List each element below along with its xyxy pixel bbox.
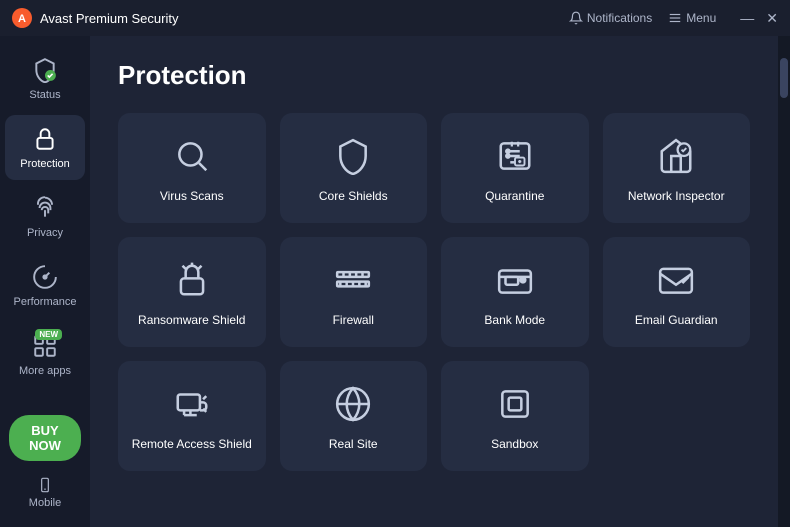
card-firewall-label: Firewall — [333, 313, 374, 329]
card-quarantine-label: Quarantine — [485, 189, 544, 205]
card-core-shields-label: Core Shields — [319, 189, 388, 205]
email-icon — [655, 259, 697, 301]
card-virus-scans-label: Virus Scans — [160, 189, 224, 205]
notifications-label: Notifications — [587, 11, 652, 25]
sidebar-item-mobile[interactable]: Mobile — [5, 469, 85, 517]
titlebar-actions: Notifications Menu — ✕ — [569, 11, 778, 25]
firewall-icon — [332, 259, 374, 301]
svg-text:A: A — [18, 13, 26, 25]
fingerprint-icon — [31, 194, 59, 222]
card-virus-scans[interactable]: Virus Scans — [118, 113, 266, 223]
buy-now-button[interactable]: BUY NOW — [9, 415, 81, 461]
notifications-button[interactable]: Notifications — [569, 11, 652, 25]
sidebar: Status Protection — [0, 36, 90, 527]
card-network-inspector-label: Network Inspector — [628, 189, 725, 205]
scrollbar-track[interactable] — [778, 36, 790, 527]
sidebar-mobile-label: Mobile — [29, 497, 61, 509]
card-quarantine[interactable]: Quarantine — [441, 113, 589, 223]
sidebar-item-privacy[interactable]: Privacy — [5, 184, 85, 249]
speedometer-icon — [31, 263, 59, 291]
card-sandbox-label: Sandbox — [491, 437, 538, 453]
window-controls: — ✕ — [740, 11, 778, 25]
page-title: Protection — [118, 60, 750, 91]
remote-icon — [171, 383, 213, 425]
app-logo: A — [12, 8, 32, 28]
bank-icon — [494, 259, 536, 301]
menu-button[interactable]: Menu — [668, 11, 716, 25]
globe-icon — [332, 383, 374, 425]
card-real-site-label: Real Site — [329, 437, 378, 453]
shield-check-icon — [31, 56, 59, 84]
protection-grid: Virus Scans Core Shields — [118, 113, 750, 471]
titlebar: A Avast Premium Security Notifications M… — [0, 0, 790, 36]
mobile-icon — [37, 477, 53, 493]
close-button[interactable]: ✕ — [766, 11, 778, 25]
card-real-site[interactable]: Real Site — [280, 361, 428, 471]
menu-label: Menu — [686, 11, 716, 25]
grid-icon: NEW — [31, 332, 59, 360]
main-content: Protection Virus Scans — [90, 36, 778, 527]
ransomware-icon — [171, 259, 213, 301]
magnify-icon — [171, 135, 213, 177]
new-badge: NEW — [35, 329, 62, 340]
sidebar-item-more-apps[interactable]: NEW More apps — [5, 322, 85, 387]
app-body: Status Protection — [0, 36, 790, 527]
card-email-guardian[interactable]: Email Guardian — [603, 237, 751, 347]
sidebar-item-protection-label: Protection — [20, 158, 70, 170]
card-email-guardian-label: Email Guardian — [635, 313, 718, 329]
sidebar-item-privacy-label: Privacy — [27, 227, 63, 239]
sidebar-item-status-label: Status — [29, 89, 60, 101]
scrollbar-thumb[interactable] — [780, 58, 788, 98]
card-ransomware-shield[interactable]: Ransomware Shield — [118, 237, 266, 347]
sidebar-item-protection[interactable]: Protection — [5, 115, 85, 180]
card-firewall[interactable]: Firewall — [280, 237, 428, 347]
sidebar-item-performance[interactable]: Performance — [5, 253, 85, 318]
card-remote-access-shield-label: Remote Access Shield — [132, 437, 252, 453]
app-title: Avast Premium Security — [40, 11, 569, 26]
shield-icon — [332, 135, 374, 177]
sidebar-item-more-apps-label: More apps — [19, 365, 71, 377]
card-sandbox[interactable]: Sandbox — [441, 361, 589, 471]
card-ransomware-shield-label: Ransomware Shield — [138, 313, 245, 329]
network-icon — [655, 135, 697, 177]
sandbox-icon — [494, 383, 536, 425]
sidebar-item-performance-label: Performance — [14, 296, 77, 308]
card-bank-mode[interactable]: Bank Mode — [441, 237, 589, 347]
quarantine-icon — [494, 135, 536, 177]
card-bank-mode-label: Bank Mode — [484, 313, 545, 329]
lock-icon — [31, 125, 59, 153]
card-remote-access-shield[interactable]: Remote Access Shield — [118, 361, 266, 471]
card-core-shields[interactable]: Core Shields — [280, 113, 428, 223]
card-network-inspector[interactable]: Network Inspector — [603, 113, 751, 223]
sidebar-item-status[interactable]: Status — [5, 46, 85, 111]
minimize-button[interactable]: — — [740, 11, 754, 25]
